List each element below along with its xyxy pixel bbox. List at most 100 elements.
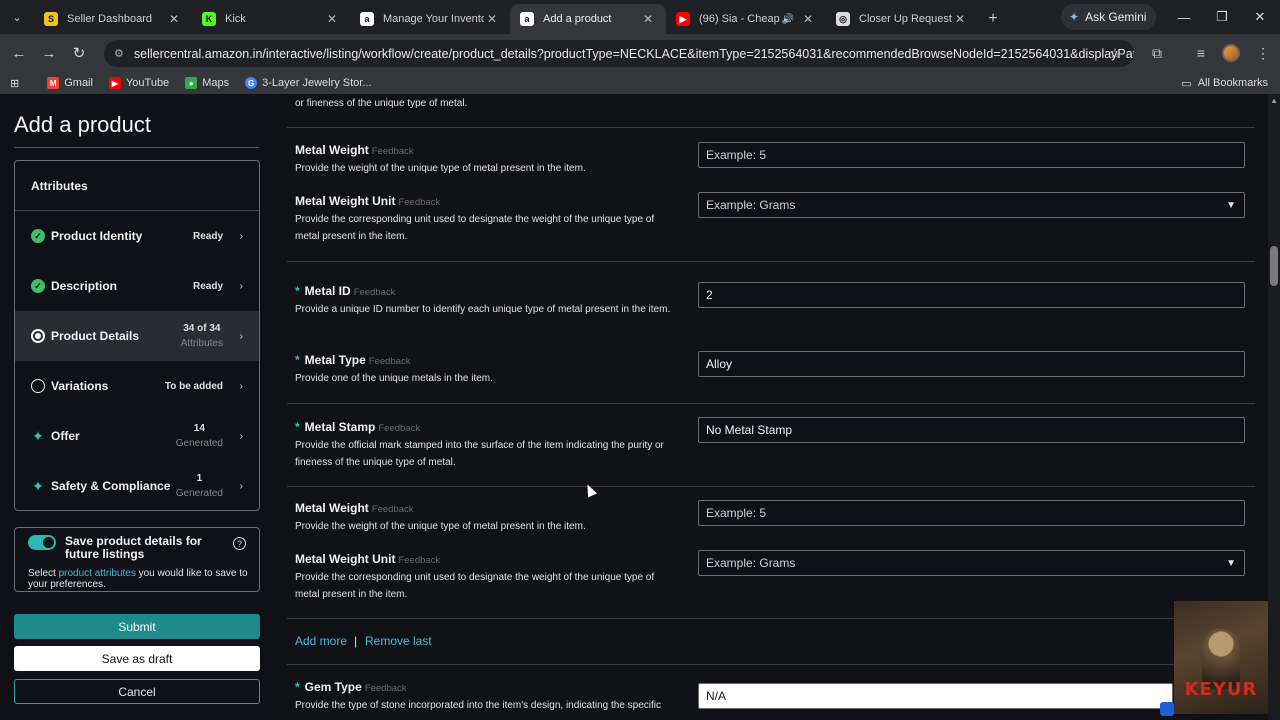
- status-text: 14 Generated: [176, 421, 223, 451]
- ask-gemini-button[interactable]: ✦ Ask Gemini: [1061, 4, 1156, 30]
- reload-icon[interactable]: ↻: [64, 38, 94, 68]
- gem-type-field: * Gem Type Feedback Provide the type of st…: [295, 680, 680, 714]
- tab-kick[interactable]: K Kick ✕: [192, 4, 350, 34]
- close-tab-icon[interactable]: ✕: [640, 12, 656, 26]
- select-placeholder: Example: Grams: [706, 556, 796, 570]
- sparkle-icon: ✦: [32, 427, 44, 444]
- section-divider: [287, 403, 1255, 404]
- submit-button[interactable]: Submit: [14, 614, 260, 639]
- title-divider: [14, 147, 259, 148]
- status-text: To be added: [164, 380, 223, 392]
- browser-menu-icon[interactable]: ⋮: [1248, 34, 1278, 72]
- attributes-heading: Attributes: [15, 161, 259, 211]
- bookmark-jewelry-store[interactable]: G 3-Layer Jewelry Stor...: [245, 77, 372, 89]
- metal-weight-input[interactable]: Example: 5: [698, 142, 1245, 168]
- all-bookmarks[interactable]: ▭ All Bookmarks: [1181, 77, 1268, 90]
- scroll-up-arrow-icon[interactable]: ▲: [1270, 96, 1278, 105]
- bookmark-star-icon[interactable]: ☆: [1100, 34, 1130, 72]
- field-label: * Metal Type Feedback: [295, 353, 680, 367]
- tab-youtube-sia[interactable]: ▶ (96) Sia - Cheap Tr 🔊 ✕: [666, 4, 826, 34]
- sidebar-item-product-details[interactable]: Product Details 34 of 34 Attributes ›: [15, 311, 259, 361]
- tab-title: Kick: [225, 13, 246, 25]
- forward-arrow-icon[interactable]: →: [34, 38, 64, 68]
- feedback-link[interactable]: Feedback: [398, 555, 440, 566]
- metal-weight-unit-select[interactable]: Example: Grams ▼: [698, 192, 1245, 218]
- scrollbar-thumb[interactable]: [1270, 246, 1278, 286]
- status-count: 34 of 34: [183, 323, 221, 334]
- check-circle-icon: ✓: [31, 229, 45, 243]
- maps-icon: ●: [185, 77, 198, 89]
- gem-type-input[interactable]: N/A: [698, 683, 1173, 709]
- help-icon[interactable]: ?: [233, 537, 246, 550]
- cancel-button[interactable]: Cancel: [14, 679, 260, 704]
- sidebar-item-product-identity[interactable]: ✓ Product Identity Ready ›: [15, 211, 259, 261]
- chevron-right-icon: ›: [239, 480, 243, 492]
- field-description: Provide one of the unique metals in the …: [295, 373, 493, 384]
- sidebar-item-offer[interactable]: ✦ Offer 14 Generated ›: [15, 411, 259, 461]
- save-as-draft-button[interactable]: Save as draft: [14, 646, 260, 671]
- feedback-link[interactable]: Feedback: [378, 423, 420, 434]
- close-window-button[interactable]: ✕: [1241, 0, 1279, 34]
- remove-last-link[interactable]: Remove last: [365, 634, 432, 648]
- save-details-toggle[interactable]: [28, 535, 56, 550]
- metal-weight-unit-select-2[interactable]: Example: Grams ▼: [698, 550, 1245, 576]
- feedback-link[interactable]: Feedback: [372, 146, 414, 157]
- bookmark-youtube[interactable]: ▶ YouTube: [108, 77, 169, 89]
- apps-grid-icon[interactable]: ⊞: [10, 77, 19, 90]
- kick-favicon-icon: K: [202, 12, 216, 26]
- speaker-icon[interactable]: 🔊: [782, 14, 794, 25]
- tab-title: Closer Up Request: [859, 13, 952, 25]
- address-bar[interactable]: ⚙ sellercentral.amazon.in/interactive/li…: [104, 40, 1134, 67]
- extensions-icon[interactable]: ⧉: [1142, 34, 1172, 72]
- new-tab-button[interactable]: +: [978, 4, 1008, 34]
- metal-id-input[interactable]: 2: [698, 282, 1245, 308]
- field-name: Metal Weight Unit: [295, 194, 396, 208]
- minimize-button[interactable]: —: [1165, 0, 1203, 34]
- sidebar-item-safety-compliance[interactable]: ✦ Safety & Compliance 1 Generated ›: [15, 461, 259, 511]
- input-value: Alloy: [706, 357, 733, 371]
- close-tab-icon[interactable]: ✕: [952, 12, 968, 26]
- feedback-link[interactable]: Feedback: [369, 356, 411, 367]
- site-info-icon[interactable]: ⚙: [114, 47, 124, 60]
- feedback-link[interactable]: Feedback: [398, 197, 440, 208]
- feedback-link[interactable]: Feedback: [354, 287, 396, 298]
- radio-empty-icon: [31, 379, 45, 393]
- tab-manage-inventory[interactable]: a Manage Your Inventor ✕: [350, 4, 510, 34]
- close-tab-icon[interactable]: ✕: [166, 12, 182, 26]
- save-details-title: Save product details for future listings: [65, 534, 202, 561]
- profile-avatar[interactable]: [1216, 34, 1246, 72]
- product-attributes-link[interactable]: product attributes: [59, 568, 136, 579]
- feedback-link[interactable]: Feedback: [372, 504, 414, 515]
- tab-seller-dashboard[interactable]: S Seller Dashboard ✕: [34, 4, 192, 34]
- metal-type-input[interactable]: Alloy: [698, 351, 1245, 377]
- close-tab-icon[interactable]: ✕: [324, 12, 340, 26]
- required-asterisk: *: [295, 680, 300, 694]
- metal-weight-input-2[interactable]: Example: 5: [698, 500, 1245, 526]
- page-scrollbar[interactable]: ▲: [1268, 94, 1280, 720]
- status-text: Ready: [192, 230, 223, 242]
- media-controls-icon[interactable]: ≡: [1186, 34, 1216, 72]
- field-description: Provide the weight of the unique type of…: [295, 163, 586, 174]
- status-text: Ready: [192, 280, 223, 292]
- metal-stamp-input[interactable]: No Metal Stamp: [698, 417, 1245, 443]
- field-label: * Metal ID Feedback: [295, 284, 680, 298]
- sidebar-item-description[interactable]: ✓ Description Ready ›: [15, 261, 259, 311]
- feedback-link[interactable]: Feedback: [365, 683, 407, 694]
- field-name: Metal Weight: [295, 143, 369, 157]
- field-description: Provide the corresponding unit used to d…: [295, 214, 655, 242]
- add-more-link[interactable]: Add more: [295, 634, 347, 648]
- streamer-webcam-overlay: KEYUR: [1174, 601, 1268, 714]
- tab-add-product[interactable]: a Add a product ✕: [510, 4, 666, 34]
- bookmark-maps[interactable]: ● Maps: [185, 77, 229, 89]
- close-tab-icon[interactable]: ✕: [484, 12, 500, 26]
- ask-gemini-label: Ask Gemini: [1085, 10, 1147, 24]
- url-text: sellercentral.amazon.in/interactive/list…: [133, 46, 1134, 61]
- sidebar-item-variations[interactable]: Variations To be added ›: [15, 361, 259, 411]
- maximize-button[interactable]: ❐: [1203, 0, 1241, 34]
- back-arrow-icon[interactable]: ←: [4, 38, 34, 68]
- tab-search-icon[interactable]: ⌄: [0, 0, 34, 34]
- section-divider: [287, 664, 1255, 665]
- close-tab-icon[interactable]: ✕: [800, 12, 816, 26]
- tab-closer-up-request[interactable]: ◎ Closer Up Request ✕: [826, 4, 978, 34]
- bookmark-gmail[interactable]: M Gmail: [47, 77, 93, 89]
